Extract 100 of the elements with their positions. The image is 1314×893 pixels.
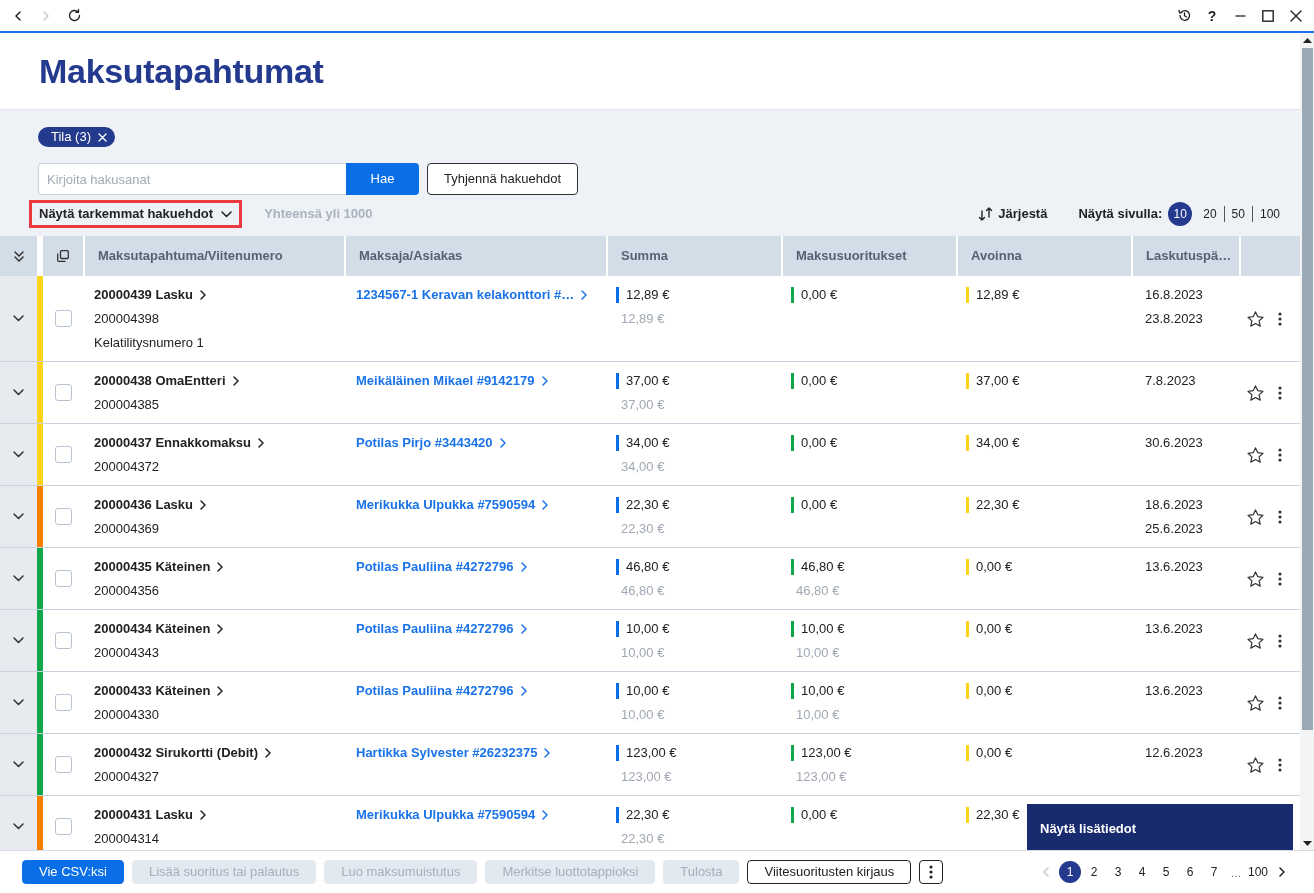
page-size-option[interactable]: 100 bbox=[1251, 206, 1287, 222]
chevron-down-icon[interactable] bbox=[13, 637, 24, 644]
search-field[interactable]: Kirjoita hakusanat bbox=[38, 163, 346, 195]
more-button[interactable] bbox=[919, 860, 944, 884]
kebab-icon[interactable] bbox=[1278, 571, 1282, 586]
scrollbar-thumb[interactable] bbox=[1301, 48, 1313, 730]
kebab-icon[interactable] bbox=[1278, 385, 1282, 400]
page-link[interactable]: 5 bbox=[1154, 861, 1178, 883]
row-checkbox[interactable] bbox=[54, 632, 72, 649]
chevron-right-icon bbox=[217, 624, 224, 634]
amount-subtext: 10,00 € bbox=[620, 706, 665, 725]
chevron-right-icon bbox=[544, 748, 551, 758]
transaction-link[interactable]: 20000439 Lasku bbox=[94, 285, 207, 305]
chevron-down-icon[interactable] bbox=[13, 575, 24, 582]
page-size-option[interactable]: 10 bbox=[1168, 202, 1193, 226]
star-icon[interactable] bbox=[1247, 694, 1264, 711]
amount-text: 0,00 € bbox=[791, 497, 838, 513]
chevron-down-icon[interactable] bbox=[13, 699, 24, 706]
transaction-link[interactable]: 20000435 Käteinen bbox=[94, 557, 224, 577]
minimize-icon[interactable] bbox=[1234, 14, 1246, 17]
kebab-icon[interactable] bbox=[1278, 311, 1282, 326]
note-text: Kelatilitysnumero 1 bbox=[94, 334, 204, 353]
row-checkbox[interactable] bbox=[54, 384, 72, 401]
scrollbar[interactable] bbox=[1300, 33, 1314, 850]
payer-link[interactable]: Merikukka Ulpukka #7590594 bbox=[356, 495, 549, 515]
row-checkbox[interactable] bbox=[54, 818, 72, 835]
row-checkbox[interactable] bbox=[54, 756, 72, 773]
payer-link[interactable]: Potilas Pauliina #4272796 bbox=[356, 557, 527, 577]
kebab-icon[interactable] bbox=[1278, 695, 1282, 710]
transaction-link[interactable]: 20000432 Sirukortti (Debit) bbox=[94, 743, 271, 763]
transaction-link[interactable]: 20000431 Lasku bbox=[94, 805, 207, 825]
chevron-right-icon bbox=[217, 562, 224, 572]
kebab-icon[interactable] bbox=[1278, 509, 1282, 524]
page-link[interactable]: 2 bbox=[1082, 861, 1106, 883]
row-checkbox[interactable] bbox=[54, 508, 72, 525]
star-icon[interactable] bbox=[1247, 756, 1264, 773]
chevron-down-icon[interactable] bbox=[13, 761, 24, 768]
payer-link[interactable]: Merikukka Ulpukka #7590594 bbox=[356, 805, 549, 825]
next-page-icon[interactable] bbox=[1279, 867, 1285, 877]
history-icon[interactable] bbox=[1177, 9, 1191, 22]
payer-link[interactable]: Potilas Pauliina #4272796 bbox=[356, 681, 527, 701]
star-icon[interactable] bbox=[1247, 632, 1264, 649]
star-icon[interactable] bbox=[1247, 508, 1264, 525]
payer-link[interactable]: Meikäläinen Mikael #9142179 bbox=[356, 371, 548, 391]
chevron-down-icon[interactable] bbox=[13, 315, 24, 322]
transaction-link[interactable]: 20000437 Ennakkomaksu bbox=[94, 433, 264, 453]
maximize-icon[interactable] bbox=[1262, 9, 1274, 22]
clear-filters-button[interactable]: Tyhjennä hakuehdot bbox=[427, 163, 579, 195]
chevron-down-icon[interactable] bbox=[13, 513, 24, 520]
amount-text: 22,30 € bbox=[966, 497, 1020, 513]
help-button[interactable]: ? bbox=[1207, 7, 1217, 24]
double-chevron-down-icon[interactable] bbox=[13, 250, 24, 262]
payer-link[interactable]: Potilas Pirjo #3443420 bbox=[356, 433, 506, 453]
sort-button[interactable]: Järjestä bbox=[978, 204, 1048, 224]
payer-link[interactable]: Potilas Pauliina #4272796 bbox=[356, 619, 527, 639]
toolbar-button[interactable]: Vie CSV:ksi bbox=[22, 860, 124, 884]
filter-chip[interactable]: Tila (3) bbox=[38, 127, 115, 147]
scroll-up-icon[interactable] bbox=[1302, 38, 1312, 43]
scroll-down-icon[interactable] bbox=[1302, 841, 1312, 846]
more-filters-toggle[interactable]: Näytä tarkemmat hakuehdot bbox=[29, 200, 243, 228]
page-link[interactable]: 3 bbox=[1106, 861, 1130, 883]
search-button[interactable]: Hae bbox=[346, 163, 419, 195]
star-icon[interactable] bbox=[1247, 446, 1264, 463]
row-checkbox[interactable] bbox=[54, 694, 72, 711]
page-link[interactable]: 7 bbox=[1202, 861, 1226, 883]
chevron-down-icon[interactable] bbox=[13, 389, 24, 396]
chevron-right-icon bbox=[200, 810, 207, 820]
chevron-down-icon[interactable] bbox=[13, 451, 24, 458]
page-size-option[interactable]: 20 bbox=[1196, 206, 1224, 222]
reload-icon[interactable] bbox=[67, 9, 81, 22]
transaction-link[interactable]: 20000433 Käteinen bbox=[94, 681, 224, 701]
amount-subtext: 10,00 € bbox=[795, 706, 840, 725]
row-checkbox[interactable] bbox=[54, 446, 72, 463]
page-link[interactable]: 4 bbox=[1130, 861, 1154, 883]
transaction-link[interactable]: 20000436 Lasku bbox=[94, 495, 207, 515]
amount-text: 37,00 € bbox=[616, 373, 670, 389]
star-icon[interactable] bbox=[1247, 310, 1264, 327]
chevron-down-icon[interactable] bbox=[13, 823, 24, 830]
row-checkbox[interactable] bbox=[54, 570, 72, 587]
kebab-icon[interactable] bbox=[1278, 633, 1282, 648]
kebab-icon[interactable] bbox=[1278, 447, 1282, 462]
page-link[interactable]: 100 bbox=[1246, 861, 1270, 883]
amount-text: 0,00 € bbox=[966, 745, 1013, 761]
star-icon[interactable] bbox=[1247, 570, 1264, 587]
page-link[interactable]: 6 bbox=[1178, 861, 1202, 883]
page-size-option[interactable]: 50 bbox=[1223, 206, 1252, 222]
close-icon[interactable] bbox=[1290, 9, 1302, 22]
row-checkbox[interactable] bbox=[54, 310, 72, 327]
payer-link[interactable]: 1234567-1 Keravan kelakonttori #… bbox=[356, 285, 588, 305]
page-size-label: Näytä sivulla: bbox=[1078, 205, 1163, 224]
kebab-icon[interactable] bbox=[1278, 757, 1282, 772]
chevron-right-icon bbox=[499, 438, 506, 448]
copy-icon[interactable] bbox=[57, 250, 69, 262]
payer-link[interactable]: Hartikka Sylvester #26232375 bbox=[356, 743, 551, 763]
toolbar-button[interactable]: Viitesuoritusten kirjaus bbox=[747, 860, 912, 884]
back-icon[interactable] bbox=[15, 10, 21, 21]
star-icon[interactable] bbox=[1247, 384, 1264, 401]
transaction-link[interactable]: 20000438 OmaEntteri bbox=[94, 371, 239, 391]
transaction-link[interactable]: 20000434 Käteinen bbox=[94, 619, 224, 639]
page-link[interactable]: 1 bbox=[1059, 861, 1081, 883]
